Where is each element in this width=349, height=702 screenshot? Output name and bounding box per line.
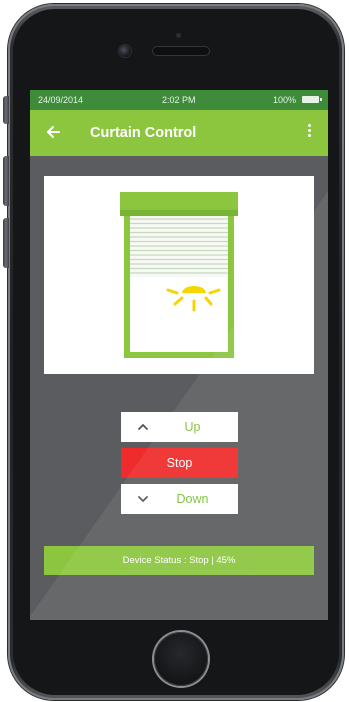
app-bar: Curtain Control [30,110,328,156]
down-button[interactable]: Down [121,484,238,514]
status-battery-percent: 100% [273,95,297,105]
battery-icon [302,96,322,103]
mute-switch [3,96,9,124]
proximity-sensor [176,33,181,38]
stop-button[interactable]: Stop [121,448,238,478]
curtain-box-shadow [120,210,238,216]
status-date: 24/09/2014 [38,95,84,105]
arrow-left-icon[interactable] [40,119,66,145]
up-button[interactable]: Up [121,412,238,442]
front-camera [119,45,131,57]
curtain-drawing [120,192,238,358]
curtain-slats [130,216,228,277]
status-time: 2:02 PM [162,95,196,105]
page-title: Curtain Control [90,125,197,141]
earpiece-speaker [153,47,209,55]
up-label: Up [184,420,201,434]
more-vertical-icon[interactable] [302,122,316,144]
curtain-illustration [44,176,314,374]
phone-screen: 24/09/2014 2:02 PM 100% Curtain Control [30,90,328,620]
volume-up-button [3,156,9,206]
device-status-bar: Device Status : Stop | 45% [44,546,314,575]
down-label: Down [176,492,209,506]
volume-down-button [3,218,9,268]
stop-label: Stop [166,456,193,470]
home-button[interactable] [154,632,208,686]
status-bar: 24/09/2014 2:02 PM 100% [30,90,328,110]
